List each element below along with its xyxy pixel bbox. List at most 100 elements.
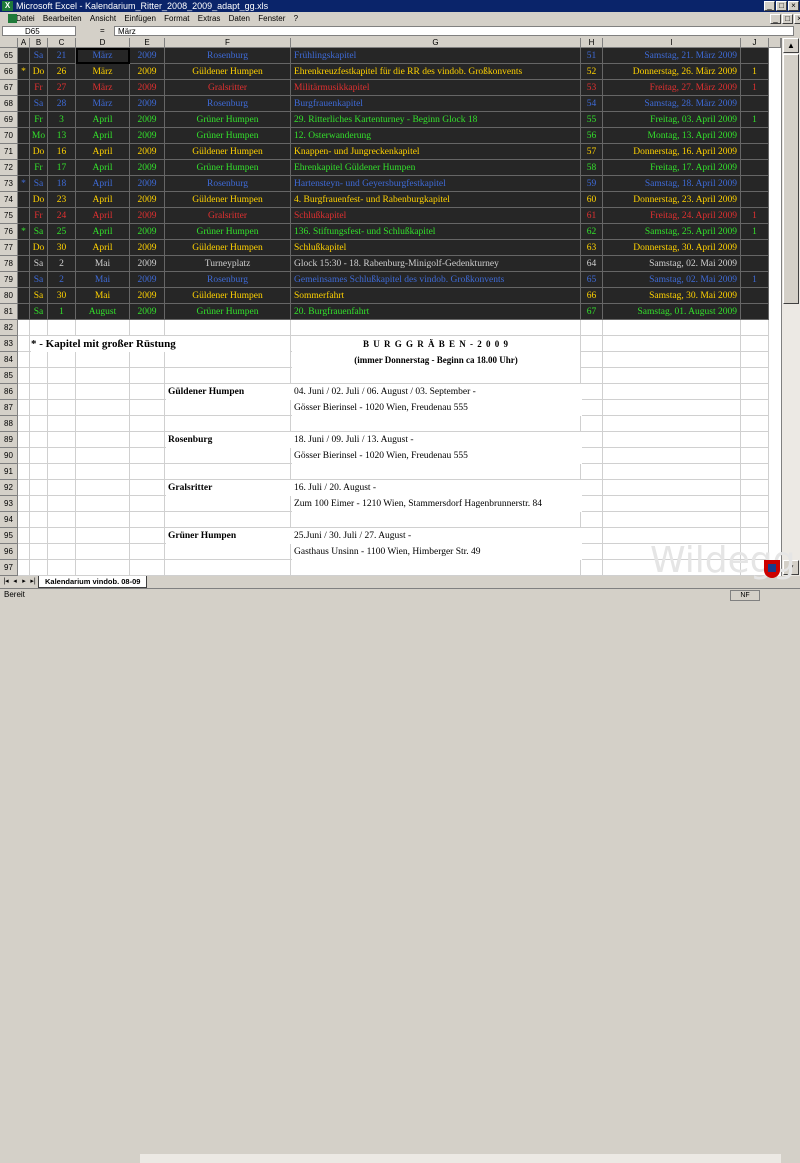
minimize-button[interactable]: _	[764, 1, 775, 11]
location-cell[interactable]: Rosenburg	[165, 176, 291, 192]
next-sheet-icon[interactable]: ▸	[20, 577, 28, 586]
table-cell[interactable]	[18, 304, 30, 320]
vertical-scrollbar[interactable]: ▲ ▼	[781, 38, 800, 576]
empty-cell[interactable]	[76, 400, 130, 416]
row-header[interactable]: 75	[0, 208, 18, 224]
empty-cell[interactable]	[130, 400, 165, 416]
empty-cell[interactable]	[291, 560, 581, 576]
empty-cell[interactable]	[18, 544, 30, 560]
location-cell[interactable]: Rosenburg	[165, 96, 291, 112]
flag-cell[interactable]	[741, 144, 769, 160]
day-number-cell[interactable]: 1	[48, 304, 76, 320]
empty-cell[interactable]	[165, 368, 291, 384]
event-cell[interactable]: Frühlingskapitel	[291, 48, 581, 64]
excel-app-icon[interactable]: X	[2, 1, 13, 11]
location-cell[interactable]: Güldener Humpen	[165, 192, 291, 208]
column-header-d[interactable]: D	[76, 38, 130, 48]
year-cell[interactable]: 2009	[130, 304, 165, 320]
empty-cell[interactable]	[581, 496, 603, 512]
empty-cell[interactable]	[165, 320, 291, 336]
empty-cell[interactable]	[76, 416, 130, 432]
empty-cell[interactable]	[18, 336, 30, 352]
empty-cell[interactable]	[741, 416, 769, 432]
table-cell[interactable]	[18, 144, 30, 160]
empty-cell[interactable]	[18, 384, 30, 400]
empty-cell[interactable]	[76, 368, 130, 384]
empty-cell[interactable]	[18, 464, 30, 480]
empty-cell[interactable]	[76, 464, 130, 480]
empty-cell[interactable]	[18, 560, 30, 576]
flag-cell[interactable]	[741, 48, 769, 64]
empty-cell[interactable]	[130, 464, 165, 480]
event-cell[interactable]: Militärmusikkapitel	[291, 80, 581, 96]
year-cell[interactable]: 2009	[130, 64, 165, 80]
table-cell[interactable]	[18, 208, 30, 224]
day-number-cell[interactable]: 16	[48, 144, 76, 160]
row-header[interactable]: 83	[0, 336, 18, 352]
year-cell[interactable]: 2009	[130, 112, 165, 128]
empty-cell[interactable]	[603, 400, 741, 416]
empty-cell[interactable]	[165, 544, 291, 560]
full-date-cell[interactable]: Freitag, 27. März 2009	[603, 80, 741, 96]
row-header[interactable]: 76	[0, 224, 18, 240]
table-cell[interactable]	[18, 240, 30, 256]
weekday-cell[interactable]: Sa	[30, 224, 48, 240]
large-armor-marker[interactable]: *	[18, 64, 30, 80]
doc-restore-button[interactable]: □	[782, 14, 793, 24]
weekday-cell[interactable]: Sa	[30, 48, 48, 64]
row-header[interactable]: 80	[0, 288, 18, 304]
empty-cell[interactable]	[741, 464, 769, 480]
day-number-cell[interactable]: 24	[48, 208, 76, 224]
empty-cell[interactable]	[603, 544, 741, 560]
event-cell[interactable]: Sommerfahrt	[291, 288, 581, 304]
row-header[interactable]: 71	[0, 144, 18, 160]
prev-sheet-icon[interactable]: ◂	[11, 577, 19, 586]
flag-cell[interactable]	[741, 288, 769, 304]
weekday-cell[interactable]: Sa	[30, 256, 48, 272]
event-cell[interactable]: Burgfrauenkapitel	[291, 96, 581, 112]
empty-cell[interactable]	[48, 448, 76, 464]
year-cell[interactable]: 2009	[130, 80, 165, 96]
table-cell[interactable]	[18, 288, 30, 304]
empty-cell[interactable]	[581, 384, 603, 400]
flag-cell[interactable]	[741, 192, 769, 208]
month-cell[interactable]: April	[76, 144, 130, 160]
scroll-down-icon[interactable]: ▼	[783, 560, 799, 575]
full-date-cell[interactable]: Samstag, 02. Mai 2009	[603, 256, 741, 272]
day-number-cell[interactable]: 28	[48, 96, 76, 112]
empty-cell[interactable]	[76, 448, 130, 464]
full-date-cell[interactable]: Freitag, 03. April 2009	[603, 112, 741, 128]
location-cell[interactable]: Turneyplatz	[165, 256, 291, 272]
event-cell[interactable]: Glock 15:30 - 18. Rabenburg-Minigolf-Ged…	[291, 256, 581, 272]
year-cell[interactable]: 2009	[130, 144, 165, 160]
column-header-g[interactable]: G	[291, 38, 581, 48]
month-cell[interactable]: April	[76, 192, 130, 208]
flag-cell[interactable]: 1	[741, 80, 769, 96]
month-cell[interactable]: April	[76, 160, 130, 176]
event-cell[interactable]: 29. Ritterliches Kartenturney - Beginn G…	[291, 112, 581, 128]
event-number-cell[interactable]: 64	[581, 256, 603, 272]
empty-cell[interactable]	[603, 480, 741, 496]
event-cell[interactable]: Schlußkapitel	[291, 240, 581, 256]
empty-cell[interactable]	[603, 496, 741, 512]
weekday-cell[interactable]: Do	[30, 64, 48, 80]
sheet-tab[interactable]: Kalendarium vindob. 08-09	[38, 576, 148, 588]
full-date-cell[interactable]: Montag, 13. April 2009	[603, 128, 741, 144]
month-cell[interactable]: März	[76, 64, 130, 80]
event-number-cell[interactable]: 65	[581, 272, 603, 288]
row-header[interactable]: 97	[0, 560, 18, 576]
event-number-cell[interactable]: 55	[581, 112, 603, 128]
empty-cell[interactable]	[165, 464, 291, 480]
empty-cell[interactable]	[48, 528, 76, 544]
full-date-cell[interactable]: Freitag, 24. April 2009	[603, 208, 741, 224]
empty-cell[interactable]	[603, 464, 741, 480]
empty-cell[interactable]	[30, 480, 48, 496]
flag-cell[interactable]	[741, 160, 769, 176]
empty-cell[interactable]	[581, 528, 603, 544]
weekday-cell[interactable]: Fr	[30, 160, 48, 176]
row-header[interactable]: 88	[0, 416, 18, 432]
row-header[interactable]: 85	[0, 368, 18, 384]
column-header-c[interactable]: C	[48, 38, 76, 48]
flag-cell[interactable]: 1	[741, 64, 769, 80]
event-number-cell[interactable]: 67	[581, 304, 603, 320]
